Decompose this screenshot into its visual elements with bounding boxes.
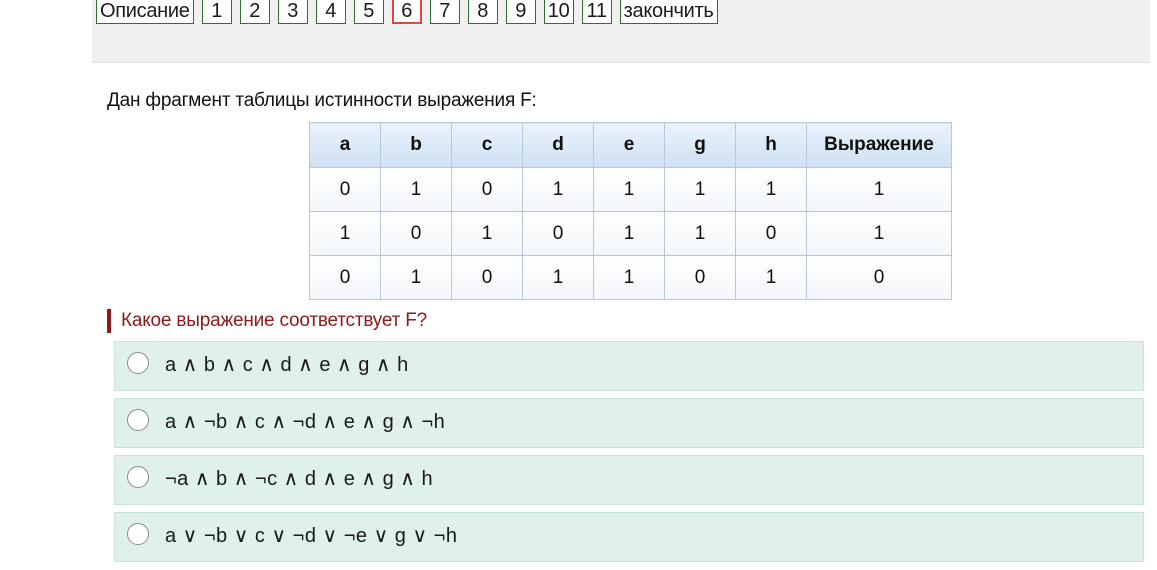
table-cell: 1 — [664, 167, 736, 212]
table-cell: 0 — [522, 211, 594, 256]
table-row: 1 0 1 0 1 1 0 1 — [309, 211, 952, 256]
answer-option-label: a ∧ b ∧ c ∧ d ∧ e ∧ g ∧ h — [165, 354, 409, 376]
answer-option-label: a ∧ ¬b ∧ c ∧ ¬d ∧ e ∧ g ∧ ¬h — [165, 411, 446, 433]
header-b: b — [380, 122, 452, 168]
table-row: 0 1 0 1 1 1 1 1 — [309, 167, 952, 212]
table-header-row: a b c d e g h Выражение — [309, 122, 952, 168]
question-8-button[interactable]: 8 — [467, 0, 498, 24]
header-c: c — [451, 122, 523, 168]
table-row: 0 1 0 1 1 0 1 0 — [309, 255, 952, 300]
question-3-button[interactable]: 3 — [277, 0, 308, 24]
table-cell: 1 — [593, 255, 665, 300]
answer-option-3[interactable]: ¬a ∧ b ∧ ¬c ∧ d ∧ e ∧ g ∧ h — [114, 455, 1144, 505]
header-e: e — [593, 122, 665, 168]
table-cell: 1 — [522, 255, 594, 300]
header-expression: Выражение — [806, 122, 952, 168]
table-cell: 0 — [451, 255, 523, 300]
question-4-button[interactable]: 4 — [315, 0, 346, 24]
table-cell-expression: 1 — [806, 167, 952, 212]
table-cell: 0 — [309, 167, 381, 212]
answer-option-label: ¬a ∧ b ∧ ¬c ∧ d ∧ e ∧ g ∧ h — [165, 468, 434, 490]
description-button[interactable]: Описание — [96, 0, 194, 24]
answer-option-1[interactable]: a ∧ b ∧ c ∧ d ∧ e ∧ g ∧ h — [114, 341, 1144, 391]
table-cell: 0 — [451, 167, 523, 212]
table-cell: 1 — [735, 167, 807, 212]
question-6-button-current[interactable]: 6 — [391, 0, 422, 24]
question-1-button[interactable]: 1 — [201, 0, 232, 24]
table-cell: 0 — [735, 211, 807, 256]
table-cell: 0 — [380, 211, 452, 256]
table-cell: 1 — [380, 255, 452, 300]
question-navigation: Описание 1 2 3 4 5 6 7 8 9 10 11 закончи… — [96, 0, 718, 24]
table-cell: 1 — [451, 211, 523, 256]
radio-button[interactable] — [127, 466, 149, 488]
question-11-button[interactable]: 11 — [581, 0, 612, 24]
question-9-button[interactable]: 9 — [505, 0, 536, 24]
finish-button[interactable]: закончить — [619, 0, 718, 24]
question-10-button[interactable]: 10 — [543, 0, 574, 24]
answer-option-label: a ∨ ¬b ∨ c ∨ ¬d ∨ ¬e ∨ g ∨ ¬h — [165, 525, 458, 547]
table-cell: 1 — [309, 211, 381, 256]
table-cell: 1 — [522, 167, 594, 212]
table-cell: 1 — [593, 211, 665, 256]
radio-button[interactable] — [127, 523, 149, 545]
header-d: d — [522, 122, 594, 168]
header-a: a — [309, 122, 381, 168]
table-cell: 1 — [593, 167, 665, 212]
answer-option-2[interactable]: a ∧ ¬b ∧ c ∧ ¬d ∧ e ∧ g ∧ ¬h — [114, 398, 1144, 448]
table-cell-expression: 0 — [806, 255, 952, 300]
answer-option-4[interactable]: a ∨ ¬b ∨ c ∨ ¬d ∨ ¬e ∨ g ∨ ¬h — [114, 512, 1144, 562]
header-g: g — [664, 122, 736, 168]
question-2-button[interactable]: 2 — [239, 0, 270, 24]
question-5-button[interactable]: 5 — [353, 0, 384, 24]
radio-button[interactable] — [127, 409, 149, 431]
table-cell: 0 — [309, 255, 381, 300]
table-cell: 1 — [380, 167, 452, 212]
answer-options: a ∧ b ∧ c ∧ d ∧ e ∧ g ∧ h a ∧ ¬b ∧ c ∧ ¬… — [114, 341, 1144, 569]
question-7-button[interactable]: 7 — [429, 0, 460, 24]
table-cell: 1 — [735, 255, 807, 300]
question-text: Какое выражение соответствует F? — [107, 309, 427, 333]
table-cell: 0 — [664, 255, 736, 300]
table-cell: 1 — [664, 211, 736, 256]
intro-text: Дан фрагмент таблицы истинности выражени… — [107, 90, 537, 111]
truth-table: a b c d e g h Выражение 0 1 0 1 1 1 1 1 … — [309, 122, 952, 300]
header-h: h — [735, 122, 807, 168]
radio-button[interactable] — [127, 352, 149, 374]
table-cell-expression: 1 — [806, 211, 952, 256]
